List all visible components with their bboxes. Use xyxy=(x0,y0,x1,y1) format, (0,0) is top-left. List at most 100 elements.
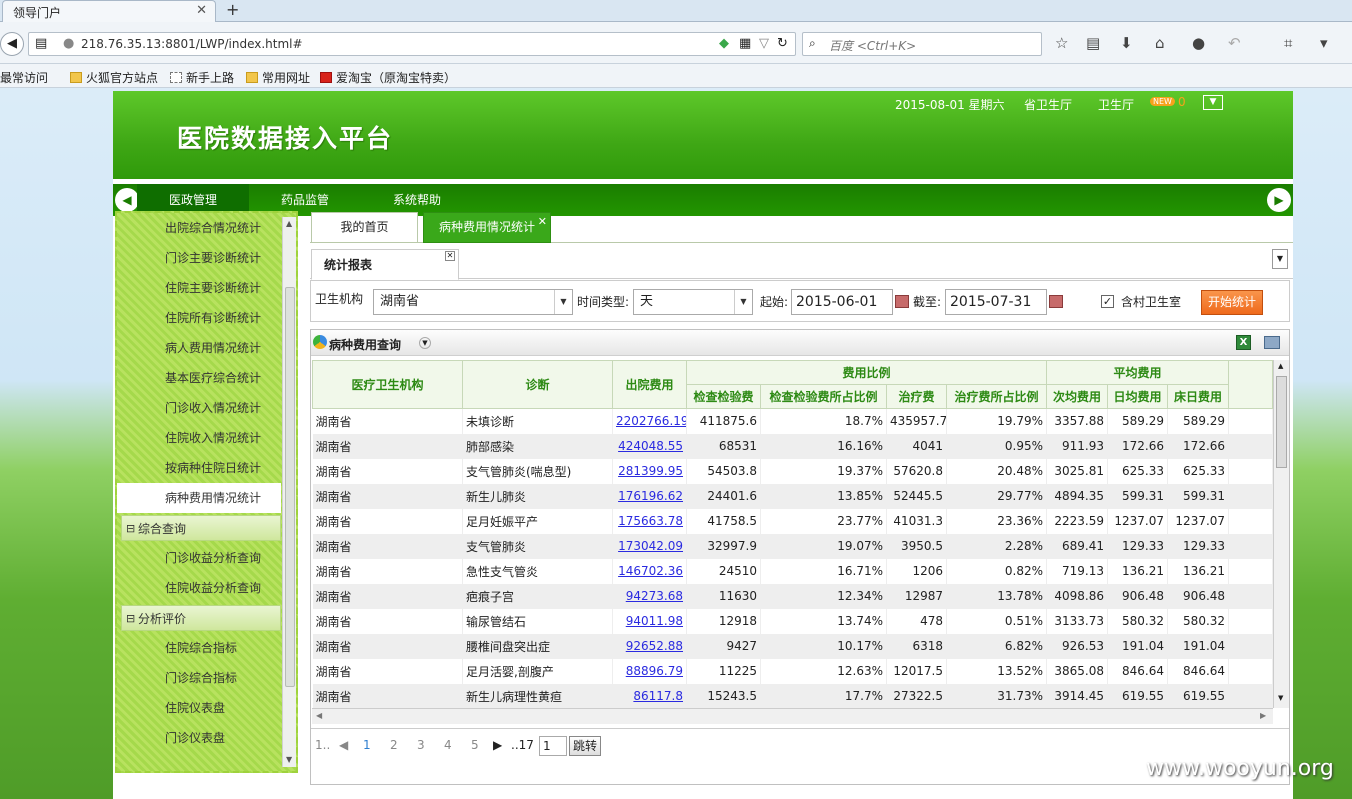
menu-icon[interactable]: ▾ xyxy=(1320,34,1328,52)
discharge-cost-link[interactable]: 281399.95 xyxy=(618,464,683,478)
scroll-up-icon[interactable]: ▲ xyxy=(286,219,292,228)
grid-horizontal-scrollbar[interactable]: ◀ ▶ xyxy=(312,708,1273,724)
next-page-icon[interactable]: ▶ xyxy=(493,738,502,752)
excel-export-icon[interactable]: X xyxy=(1236,335,1251,350)
table-row[interactable]: 湖南省 疤痕子宫 94273.68 11630 12.34% 12987 13.78% 409… xyxy=(312,583,1274,609)
sidebar-item-patient-cost[interactable]: 病人费用情况统计 xyxy=(117,333,281,363)
qrcode-icon[interactable]: ▦ xyxy=(739,36,751,51)
cell-discharge-cost[interactable]: 2202766.19 xyxy=(612,408,687,434)
go-button[interactable]: 跳转 xyxy=(569,736,601,756)
table-row[interactable]: 湖南省 未填诊断 2202766.19 411875.6 18.7% 435957.7 19… xyxy=(312,408,1274,434)
table-row[interactable]: 湖南省 新生儿病理性黄疸 86117.8 15243.5 17.7% 27322.5 31.… xyxy=(312,683,1274,709)
scroll-thumb[interactable] xyxy=(1276,376,1287,468)
sidebar-scrollbar[interactable]: ▲ ▼ xyxy=(282,217,296,767)
sidebar-item-inpatient-all-diagnosis[interactable]: 住院所有诊断统计 xyxy=(117,303,281,333)
start-stat-button[interactable]: 开始统计 xyxy=(1201,290,1263,315)
sidebar-item-disease-stay[interactable]: 按病种住院日统计 xyxy=(117,453,281,483)
org-select[interactable]: 湖南省 ▼ xyxy=(373,289,573,315)
table-row[interactable]: 湖南省 急性支气管炎 146702.36 24510 16.71% 1206 0.82% 71… xyxy=(312,558,1274,584)
reload-icon[interactable]: ↻ xyxy=(777,36,788,51)
scroll-down-icon[interactable]: ▼ xyxy=(1278,694,1283,702)
discharge-cost-link[interactable]: 94273.68 xyxy=(626,589,683,603)
discharge-cost-link[interactable]: 2202766.19 xyxy=(616,414,686,428)
sidebar-item-inpatient-dashboard[interactable]: 住院仪表盘 xyxy=(117,693,281,723)
table-row[interactable]: 湖南省 足月妊娠平产 175663.78 41758.5 23.77% 41031.3 23… xyxy=(312,508,1274,534)
new-badge[interactable]: NEW xyxy=(1150,97,1175,106)
col-treatment-fee-ratio[interactable]: 治疗费所占比例 xyxy=(945,384,1048,409)
close-tab-icon[interactable]: ✕ xyxy=(538,207,547,236)
table-row[interactable]: 湖南省 足月活婴,剖腹产 88896.79 11225 12.63% 12017.5 13.… xyxy=(312,658,1274,684)
bookmark-getting-started[interactable]: 新手上路 xyxy=(170,69,234,86)
home-icon[interactable]: ⌂ xyxy=(1155,34,1165,52)
page-input[interactable]: 1 xyxy=(539,736,567,756)
discharge-cost-link[interactable]: 424048.55 xyxy=(618,439,683,453)
pager-first[interactable]: 1.. xyxy=(315,738,330,752)
sidebar-item-outpatient-diagnosis[interactable]: 门诊主要诊断统计 xyxy=(117,243,281,273)
page-5[interactable]: 5 xyxy=(471,738,479,752)
download-icon[interactable]: ⬇ xyxy=(1120,34,1133,52)
table-row[interactable]: 湖南省 新生儿肺炎 176196.62 24401.6 13.85% 52445.5 29.… xyxy=(312,483,1274,509)
sidebar-item-outpatient-income[interactable]: 门诊收入情况统计 xyxy=(117,393,281,423)
bookmark-most-visited[interactable]: 最常访问 xyxy=(0,69,48,86)
col-treatment-fee[interactable]: 治疗费 xyxy=(886,384,947,409)
crop-icon[interactable]: ⌗ xyxy=(1284,34,1292,52)
sidebar-item-outpatient-index[interactable]: 门诊综合指标 xyxy=(117,663,281,693)
discharge-cost-link[interactable]: 94011.98 xyxy=(626,614,683,628)
discharge-cost-link[interactable]: 92652.88 xyxy=(626,639,683,653)
discharge-cost-link[interactable]: 176196.62 xyxy=(618,489,683,503)
sidebar-item-basic-medical[interactable]: 基本医疗综合统计 xyxy=(117,363,281,393)
end-date-input[interactable]: 2015-07-31 xyxy=(945,289,1047,315)
star-icon[interactable]: ☆ xyxy=(1055,34,1068,52)
page-2[interactable]: 2 xyxy=(390,738,398,752)
discharge-cost-link[interactable]: 86117.8 xyxy=(633,689,683,703)
calendar-icon[interactable] xyxy=(895,295,909,308)
col-avg-per-visit[interactable]: 次均费用 xyxy=(1046,384,1109,409)
grid-vertical-scrollbar[interactable]: ▲ ▼ xyxy=(1273,360,1289,708)
page-4[interactable]: 4 xyxy=(444,738,452,752)
sidebar-item-inpatient-main-diagnosis[interactable]: 住院主要诊断统计 xyxy=(117,273,281,303)
menu-prev-icon[interactable]: ◀ xyxy=(115,188,139,212)
undo-icon[interactable]: ↶ xyxy=(1228,34,1241,52)
sidebar-group-query[interactable]: ⊟ 综合查询 xyxy=(121,515,281,541)
scroll-down-icon[interactable]: ▼ xyxy=(286,755,292,764)
scroll-up-icon[interactable]: ▲ xyxy=(1278,362,1283,370)
header-dept[interactable]: 卫生厅 xyxy=(1098,96,1134,113)
sidebar-item-outpatient-revenue[interactable]: 门诊收益分析查询 xyxy=(117,543,281,573)
cell-discharge-cost[interactable]: 281399.95 xyxy=(612,458,687,484)
village-clinic-checkbox[interactable]: ✓ xyxy=(1101,295,1114,308)
cell-discharge-cost[interactable]: 94273.68 xyxy=(612,583,687,609)
cell-discharge-cost[interactable]: 86117.8 xyxy=(612,683,687,709)
bookmark-firefox[interactable]: 火狐官方站点 xyxy=(70,69,158,86)
scroll-left-icon[interactable]: ◀ xyxy=(316,711,322,720)
sidebar-item-outpatient-dashboard[interactable]: 门诊仪表盘 xyxy=(117,723,281,753)
cell-discharge-cost[interactable]: 88896.79 xyxy=(612,658,687,684)
bookmark-aitaobao[interactable]: 爱淘宝（原淘宝特卖） xyxy=(320,69,456,86)
close-tab-icon[interactable]: ✕ xyxy=(196,3,207,18)
col-org[interactable]: 医疗卫生机构 xyxy=(312,360,463,409)
search-box[interactable]: ⌕ 百度 <Ctrl+K> xyxy=(802,32,1042,56)
table-row[interactable]: 湖南省 支气管肺炎 173042.09 32997.9 19.07% 3950.5 2.28… xyxy=(312,533,1274,559)
cell-discharge-cost[interactable]: 92652.88 xyxy=(612,633,687,659)
col-bed-day-cost[interactable]: 床日费用 xyxy=(1167,384,1230,409)
start-date-input[interactable]: 2015-06-01 xyxy=(791,289,893,315)
pager-last[interactable]: ..17 xyxy=(511,738,534,752)
dropdown-icon[interactable]: ▽ xyxy=(759,36,769,51)
sidebar-item-inpatient-index[interactable]: 住院综合指标 xyxy=(117,633,281,663)
prev-page-icon[interactable]: ◀ xyxy=(339,738,348,752)
url-bar[interactable]: ▤ ● 218.76.35.13:8801/LWP/index.html# ◆ … xyxy=(28,32,796,56)
cell-discharge-cost[interactable]: 94011.98 xyxy=(612,608,687,634)
cell-discharge-cost[interactable]: 175663.78 xyxy=(612,508,687,534)
col-exam-fee-ratio[interactable]: 检查检验费所占比例 xyxy=(760,384,887,409)
col-avg-per-day[interactable]: 日均费用 xyxy=(1107,384,1169,409)
scroll-right-icon[interactable]: ▶ xyxy=(1260,711,1266,720)
table-row[interactable]: 湖南省 支气管肺炎(喘息型) 281399.95 54503.8 19.37% 57620… xyxy=(312,458,1274,484)
browser-tab[interactable]: 领导门户 ✕ xyxy=(2,0,216,22)
scroll-thumb[interactable] xyxy=(285,287,295,687)
sidebar-item-disease-cost[interactable]: 病种费用情况统计 xyxy=(117,483,281,513)
cell-discharge-cost[interactable]: 424048.55 xyxy=(612,433,687,459)
discharge-cost-link[interactable]: 146702.36 xyxy=(618,564,683,578)
tab-menu-icon[interactable]: ▼ xyxy=(1272,249,1288,269)
header-org[interactable]: 省卫生厅 xyxy=(1024,96,1072,113)
table-row[interactable]: 湖南省 腰椎间盘突出症 92652.88 9427 10.17% 6318 6.82% 926… xyxy=(312,633,1274,659)
reading-list-icon[interactable]: ▤ xyxy=(1086,34,1100,52)
